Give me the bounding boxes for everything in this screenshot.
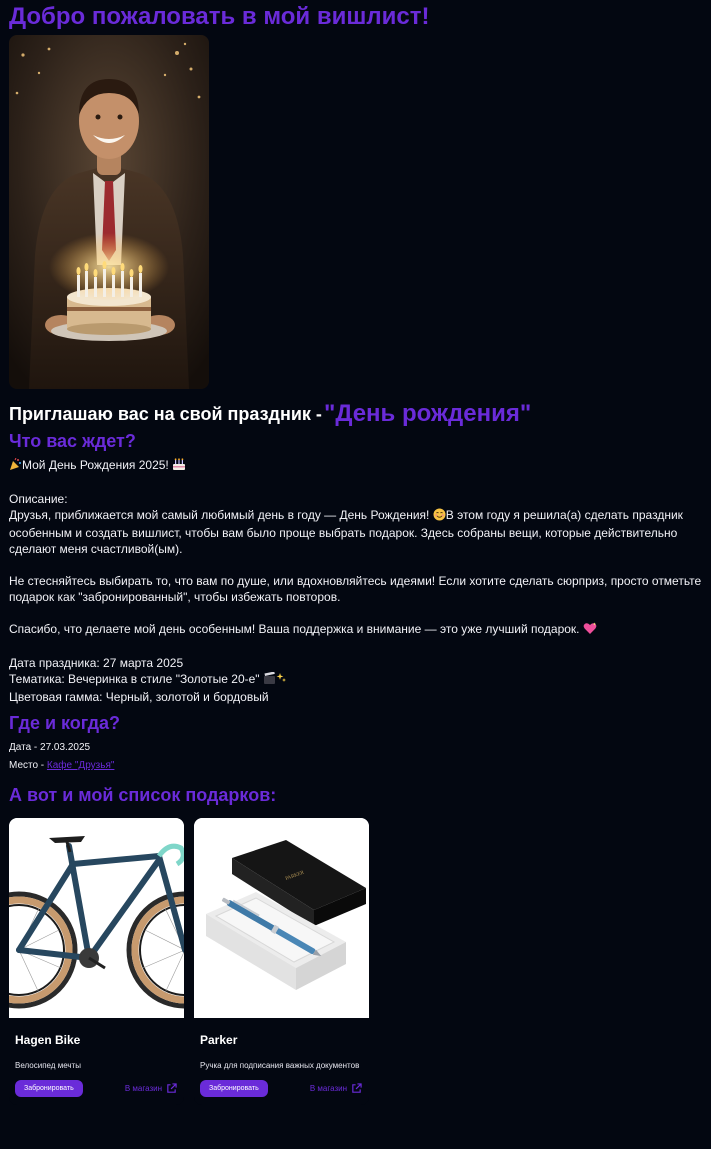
description-paragraph-3: Спасибо, что делаете мой день особенным!… (9, 621, 702, 639)
external-link-icon (167, 1083, 177, 1093)
place-link[interactable]: Кафе "Друзья" (47, 760, 115, 771)
gift-description: Ручка для подписания важных документов (200, 1061, 360, 1070)
event-date-line: Дата праздника: 27 марта 2025 (9, 656, 184, 670)
description-paragraph-1: Друзья, приближается мой самый любимый д… (9, 507, 702, 557)
event-description: Мой День Рождения 2025! Описание: Друзья… (9, 457, 702, 705)
gift-list: Hagen Bike Велосипед мечты Забронировать… (9, 818, 702, 1105)
gift-actions: Забронировать В магазин (15, 1080, 178, 1097)
invite-event-name: "День рождения" (323, 400, 532, 427)
description-label: Описание: (9, 492, 68, 506)
what-heading: Что вас ждет? (9, 431, 136, 451)
event-headline: Мой День Рождения 2025! (9, 457, 702, 475)
event-headline-text: Мой День Рождения 2025! (22, 458, 169, 472)
shop-link-label: В магазин (124, 1084, 162, 1093)
description-paragraph-1-start: Друзья, приближается мой самый любимый д… (9, 508, 430, 522)
reserve-button[interactable]: Забронировать (15, 1080, 83, 1097)
where-date-label: Дата - (9, 742, 41, 753)
gifts-heading: А вот и мой список подарков: (9, 785, 277, 805)
movie-sparkles-icon (263, 671, 287, 689)
where-date: Дата - 27.03.2025 (9, 739, 702, 757)
where-place-label: Место - (9, 760, 47, 771)
smiling-face-icon (433, 508, 446, 525)
pen-gift-box-photo: PARKER (194, 818, 369, 1018)
gift-card: PARKER Parker Ручка для подписания важны… (194, 818, 369, 1105)
wishlist-page: Добро пожаловать в мой вишлист! Приглаша… (0, 0, 711, 1149)
external-link-icon (352, 1083, 362, 1093)
where-heading: Где и когда? (9, 713, 121, 733)
description-paragraph-2: Не стесняйтесь выбирать то, что вам по д… (9, 574, 702, 604)
reserve-button[interactable]: Забронировать (200, 1080, 268, 1097)
where-date-value: 27.03.2025 (40, 742, 91, 753)
where-place: Место - Кафе "Друзья" (9, 757, 702, 775)
party-popper-icon (9, 457, 22, 475)
gift-card: Hagen Bike Велосипед мечты Забронировать… (9, 818, 184, 1105)
gift-name: Hagen Bike (15, 1033, 81, 1047)
shop-link[interactable]: В магазин (125, 1083, 177, 1094)
invite-text: Приглашаю вас на свой праздник - (9, 403, 322, 424)
shop-link-label: В магазин (309, 1084, 347, 1093)
description-paragraph-3-text: Спасибо, что делаете мой день особенным!… (9, 622, 580, 636)
page-title: Добро пожаловать в мой вишлист! (9, 3, 430, 30)
event-theme-line: Тематика: Вечеринка в стиле "Золотые 20-… (9, 671, 702, 689)
gift-name: Parker (200, 1033, 238, 1047)
invite-line: Приглашаю вас на свой праздник - "День р… (9, 398, 702, 430)
event-theme-text: Тематика: Вечеринка в стиле "Золотые 20-… (9, 672, 260, 686)
where-details: Дата - 27.03.2025 Место - Кафе "Друзья" (9, 739, 702, 775)
hero-photo (9, 35, 209, 389)
gift-description: Велосипед мечты (15, 1061, 81, 1070)
bicycle-photo (9, 818, 184, 1018)
shop-link[interactable]: В магазин (310, 1083, 362, 1094)
gift-actions: Забронировать В магазин (200, 1080, 363, 1097)
birthday-cake-icon (172, 458, 186, 475)
sparkling-heart-icon (583, 622, 597, 639)
event-colors-line: Цветовая гамма: Черный, золотой и бордов… (9, 690, 269, 704)
